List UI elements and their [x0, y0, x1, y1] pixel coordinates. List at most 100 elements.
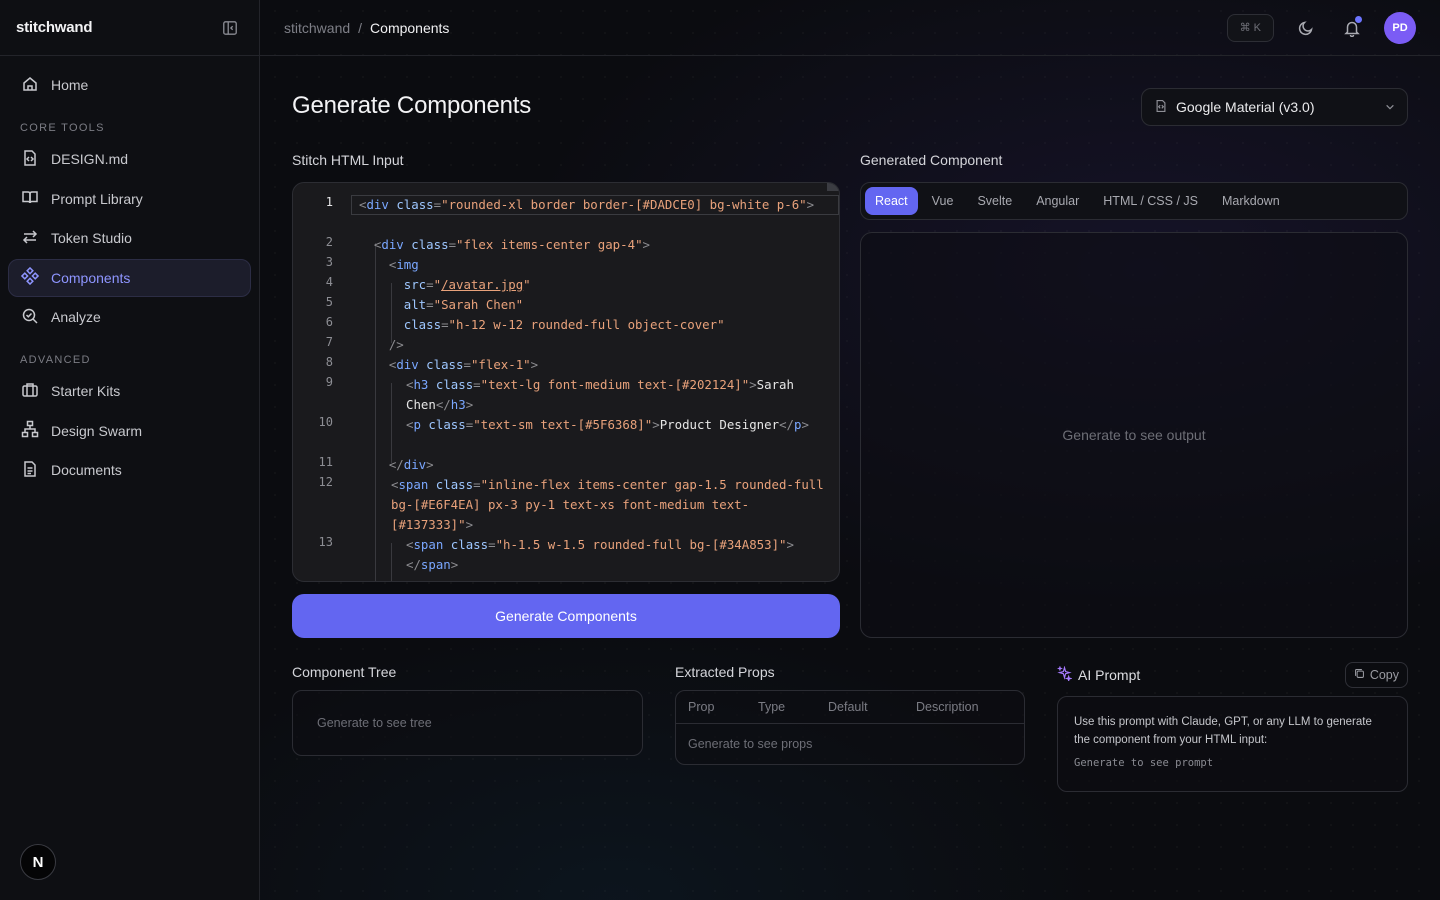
tab-vue[interactable]: Vue	[922, 187, 964, 215]
line-number: 1	[325, 195, 333, 209]
line-number: 2	[325, 235, 333, 249]
html-code-editor[interactable]: 1 <div class="rounded-xl border border-[#…	[292, 182, 840, 582]
line-number: 10	[318, 415, 333, 429]
sidebar-header: stitchwand	[0, 0, 259, 56]
ai-prompt-label: AI Prompt	[1078, 667, 1141, 683]
sparkles-icon	[1056, 665, 1073, 684]
tab-html-css-js[interactable]: HTML / CSS / JS	[1093, 187, 1208, 215]
footer-logo-button[interactable]: N	[20, 844, 56, 880]
sidebar-item-label: DESIGN.md	[51, 151, 129, 167]
props-table: Prop Type Default Description Generate t…	[675, 690, 1025, 765]
component-tree-panel: Generate to see tree	[292, 690, 643, 756]
component-tree-label: Component Tree	[292, 664, 397, 680]
sidebar: stitchwand Home CORE TOOLS DESIGN.md Pro…	[0, 0, 260, 900]
sidebar-item-label: Token Studio	[51, 230, 132, 246]
breadcrumb-current: Components	[370, 19, 450, 36]
tab-angular[interactable]: Angular	[1026, 187, 1089, 215]
sidebar-item-documents[interactable]: Documents	[8, 451, 251, 489]
home-icon	[21, 75, 39, 96]
line-number: 4	[325, 275, 333, 289]
components-icon	[20, 266, 40, 288]
file-icon	[1154, 99, 1168, 116]
line-number: 8	[325, 355, 333, 369]
sidebar-item-label: Starter Kits	[51, 383, 121, 399]
line-number: 13	[318, 535, 333, 549]
copy-icon	[1354, 668, 1365, 682]
chevron-down-icon	[1385, 99, 1395, 115]
code-line: <span class="inline-flex items-center ga…	[391, 477, 832, 532]
column-header-default: Default	[828, 700, 868, 714]
sidebar-item-home[interactable]: Home	[8, 66, 251, 104]
framework-tabs: React Vue Svelte Angular HTML / CSS / JS…	[860, 182, 1408, 220]
design-system-value: Google Material (v3.0)	[1176, 99, 1315, 115]
line-number: 3	[325, 255, 333, 269]
extracted-props-label: Extracted Props	[675, 664, 775, 680]
output-placeholder: Generate to see output	[1062, 427, 1206, 443]
sidebar-item-token-studio[interactable]: Token Studio	[8, 219, 251, 257]
search-check-icon	[21, 307, 39, 328]
theme-toggle-moon-icon[interactable]	[1292, 14, 1320, 42]
generate-components-button[interactable]: Generate Components	[292, 594, 840, 638]
code-line: <span class="h-1.5 w-1.5 rounded-full bg…	[406, 537, 794, 572]
ai-prompt-header: AI Prompt Copy	[1056, 662, 1408, 688]
copy-label: Copy	[1369, 668, 1399, 682]
sidebar-item-label: Design Swarm	[51, 422, 143, 439]
sidebar-item-label: Documents	[51, 462, 122, 478]
document-icon	[21, 460, 39, 481]
code-line: <img	[388, 257, 419, 272]
topbar: stitchwand / Components ⌘ K PD	[260, 0, 1440, 56]
avatar[interactable]: PD	[1384, 11, 1416, 44]
line-number: 5	[325, 295, 333, 309]
arrows-swap-icon	[21, 228, 39, 249]
code-line: <div class="flex items-center gap-4">	[373, 237, 650, 252]
sidebar-item-design-swarm[interactable]: Design Swarm	[8, 412, 251, 450]
code-line: />	[388, 337, 404, 352]
code-line: src="/avatar.jpg"	[403, 277, 531, 292]
topbar-actions: ⌘ K PD	[1226, 11, 1416, 44]
design-system-select[interactable]: Google Material (v3.0)	[1141, 88, 1408, 126]
briefcase-icon	[21, 381, 39, 402]
ai-prompt-description: Use this prompt with Claude, GPT, or any…	[1074, 716, 1372, 746]
props-placeholder: Generate to see props	[688, 737, 813, 751]
sidebar-item-prompt-library[interactable]: Prompt Library	[8, 180, 251, 218]
sidebar-item-design-md[interactable]: DESIGN.md	[8, 140, 251, 178]
sidebar-collapse-icon[interactable]	[221, 19, 239, 37]
sidebar-item-analyze[interactable]: Analyze	[8, 298, 251, 336]
tree-placeholder: Generate to see tree	[317, 716, 432, 730]
code-line: </div>	[388, 457, 434, 472]
notifications-bell-icon[interactable]	[1338, 14, 1366, 42]
sidebar-item-label: Prompt Library	[51, 190, 143, 207]
command-palette-button[interactable]: ⌘ K	[1226, 13, 1274, 42]
sidebar-item-components[interactable]: Components	[8, 258, 251, 297]
sidebar-item-starter-kits[interactable]: Starter Kits	[8, 372, 251, 410]
line-number: 6	[325, 315, 333, 329]
tab-svelte[interactable]: Svelte	[967, 187, 1022, 215]
book-icon	[21, 188, 39, 209]
breadcrumb-root[interactable]: stitchwand	[284, 20, 350, 36]
column-header-description: Description	[916, 700, 979, 714]
props-table-header: Prop Type Default Description	[676, 691, 1024, 724]
line-number: 9	[325, 375, 333, 389]
sidebar-nav: Home CORE TOOLS DESIGN.md Prompt Library…	[0, 56, 259, 501]
sidebar-item-label: Analyze	[51, 309, 101, 325]
file-code-icon	[21, 149, 39, 170]
editor-scrollbar[interactable]	[827, 183, 839, 191]
copy-prompt-button[interactable]: Copy	[1344, 662, 1408, 688]
input-label: Stitch HTML Input	[292, 152, 404, 168]
tab-markdown[interactable]: Markdown	[1212, 187, 1290, 215]
ai-prompt-panel: Use this prompt with Claude, GPT, or any…	[1057, 696, 1408, 792]
line-number: 7	[325, 335, 333, 349]
column-header-type: Type	[758, 700, 786, 714]
code-line: <div class="flex-1">	[388, 357, 539, 372]
code-line: <h3 class="text-lg font-medium text-[#20…	[406, 377, 802, 412]
ai-prompt-placeholder: Generate to see prompt	[1074, 757, 1214, 769]
code-line: class="h-12 w-12 rounded-full object-cov…	[403, 317, 725, 332]
brand-logo[interactable]: stitchwand	[16, 19, 93, 36]
generated-output-panel: Generate to see output	[860, 232, 1408, 638]
output-label: Generated Component	[860, 152, 1003, 168]
code-line: alt="Sarah Chen"	[403, 297, 524, 312]
tab-react[interactable]: React	[865, 187, 918, 215]
line-number: 11	[318, 455, 333, 469]
column-header-prop: Prop	[688, 700, 715, 714]
breadcrumb: stitchwand / Components	[284, 20, 449, 36]
